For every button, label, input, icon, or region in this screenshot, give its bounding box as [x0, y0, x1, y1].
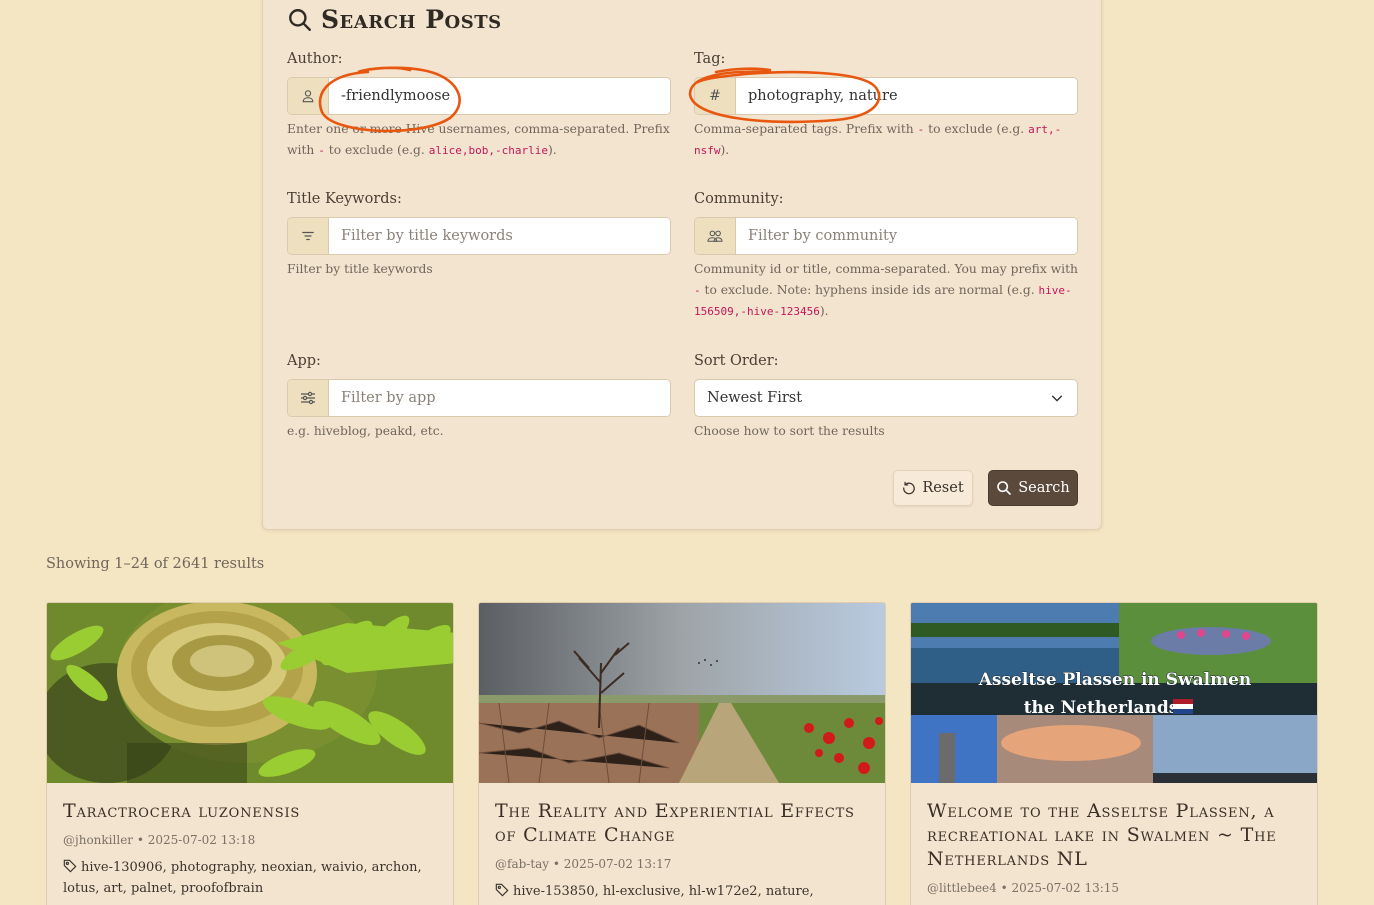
post-title[interactable]: Taractrocera luzonensis [63, 799, 437, 823]
author-label: Author: [287, 51, 343, 67]
author-help-prefix: - [318, 144, 325, 157]
sort-help: Choose how to sort the results [694, 424, 885, 438]
sort-select-value: Newest First [695, 390, 1037, 406]
chevron-down-icon [1037, 391, 1077, 405]
tag-label: Tag: [694, 51, 726, 67]
post-meta: @littlebee4 • 2025-07-02 13:15 [927, 881, 1120, 895]
community-help-prefix: - [694, 284, 701, 297]
tag-help-mid: to exclude (e.g. [928, 122, 1025, 136]
community-help-text: Community id or title, comma-separated. … [694, 262, 1078, 276]
search-button[interactable]: Search [988, 470, 1078, 506]
community-label: Community: [694, 191, 784, 207]
hash-icon: # [695, 78, 736, 114]
app-input-group [287, 379, 671, 417]
mushroom-fern-photo [47, 603, 453, 783]
reset-icon [903, 481, 916, 495]
author-help-post: ). [547, 143, 557, 157]
netherlands-flag-icon [1173, 699, 1193, 714]
post-tags-text: hive-130906, photography, neoxian, waivi… [63, 860, 422, 896]
panel-title: Search Posts [287, 5, 502, 34]
reset-button[interactable]: Reset [893, 470, 973, 506]
post-meta: @fab-tay • 2025-07-02 13:17 [495, 857, 672, 871]
author-help: Enter one or more Hive usernames, comma-… [287, 119, 671, 161]
tag-field: Tag: # Comma-separated tags. Prefix with… [694, 51, 1078, 161]
tag-input[interactable] [736, 78, 1077, 114]
search-icon [289, 8, 311, 31]
search-panel: Search Posts Author: Enter one or more H… [262, 0, 1102, 530]
post-tags: hive-130906, photography, neoxian, waivi… [63, 857, 437, 899]
title-keywords-help: Filter by title keywords [287, 262, 433, 276]
tag-icon [495, 883, 509, 897]
post-card[interactable]: Asseltse Plassen in Swalmen the Netherla… [910, 602, 1318, 905]
sort-label: Sort Order: [694, 353, 779, 369]
community-help: Community id or title, comma-separated. … [694, 259, 1078, 322]
post-tags-text: hive-153850, hl-exclusive, hl-w172e2, na… [513, 884, 814, 899]
sort-select[interactable]: Newest First [694, 379, 1078, 417]
reset-button-label: Reset [922, 480, 964, 496]
community-help-post: ). [819, 304, 829, 318]
author-input-group [287, 77, 671, 115]
community-help-mid: to exclude. Note: hyphens inside ids are… [704, 283, 1035, 297]
results-summary: Showing 1–24 of 2641 results [46, 556, 265, 572]
title-keywords-input-group [287, 217, 671, 255]
sort-field: Sort Order: Newest First Choose how to s… [694, 353, 1078, 442]
title-keywords-input[interactable] [329, 218, 670, 254]
tag-help: Comma-separated tags. Prefix with - to e… [694, 119, 1078, 161]
app-label: App: [287, 353, 321, 369]
community-input-group [694, 217, 1078, 255]
app-help: e.g. hiveblog, peakd, etc. [287, 424, 444, 438]
climate-change-photo [479, 603, 885, 783]
users-icon [695, 218, 736, 254]
post-thumbnail[interactable]: Asseltse Plassen in Swalmen the Netherla… [911, 603, 1317, 783]
tag-icon [63, 859, 77, 873]
tag-help-post: ). [720, 143, 730, 157]
search-button-label: Search [1018, 480, 1070, 496]
post-title[interactable]: The Reality and Experiential Effects of … [495, 799, 869, 847]
tag-help-prefix: - [917, 123, 925, 136]
tag-help-text: Comma-separated tags. Prefix with [694, 122, 914, 136]
sliders-icon [288, 380, 329, 416]
post-tags: hive-153850, hl-exclusive, hl-w172e2, na… [495, 881, 869, 905]
post-card[interactable]: The Reality and Experiential Effects of … [478, 602, 886, 905]
image-caption-line1: Asseltse Plassen in Swalmen [978, 670, 1252, 690]
author-help-mid: to exclude (e.g. [328, 143, 425, 157]
lake-collage-photo: Asseltse Plassen in Swalmen the Netherla… [911, 603, 1317, 783]
community-input[interactable] [736, 218, 1077, 254]
title-keywords-label: Title Keywords: [287, 191, 402, 207]
panel-title-text: Search Posts [321, 5, 502, 34]
post-thumbnail[interactable] [47, 603, 453, 783]
author-input[interactable] [329, 78, 670, 114]
community-field: Community: Community id or title, comma-… [694, 191, 1078, 322]
post-card[interactable]: Taractrocera luzonensis @jhonkiller • 20… [46, 602, 454, 905]
tag-input-group: # [694, 77, 1078, 115]
author-help-example: alice,bob,-charlie [428, 144, 548, 157]
user-icon [288, 78, 329, 114]
author-field: Author: Enter one or more Hive usernames… [287, 51, 671, 161]
filter-icon [288, 218, 329, 254]
post-title[interactable]: Welcome to the Asseltse Plassen, a recre… [927, 799, 1301, 871]
app-field: App: e.g. hiveblog, peakd, etc. [287, 353, 671, 442]
post-thumbnail[interactable] [479, 603, 885, 783]
app-input[interactable] [329, 380, 670, 416]
title-keywords-field: Title Keywords: Filter by title keywords [287, 191, 671, 280]
search-icon [997, 481, 1012, 495]
post-meta: @jhonkiller • 2025-07-02 13:18 [63, 833, 256, 847]
